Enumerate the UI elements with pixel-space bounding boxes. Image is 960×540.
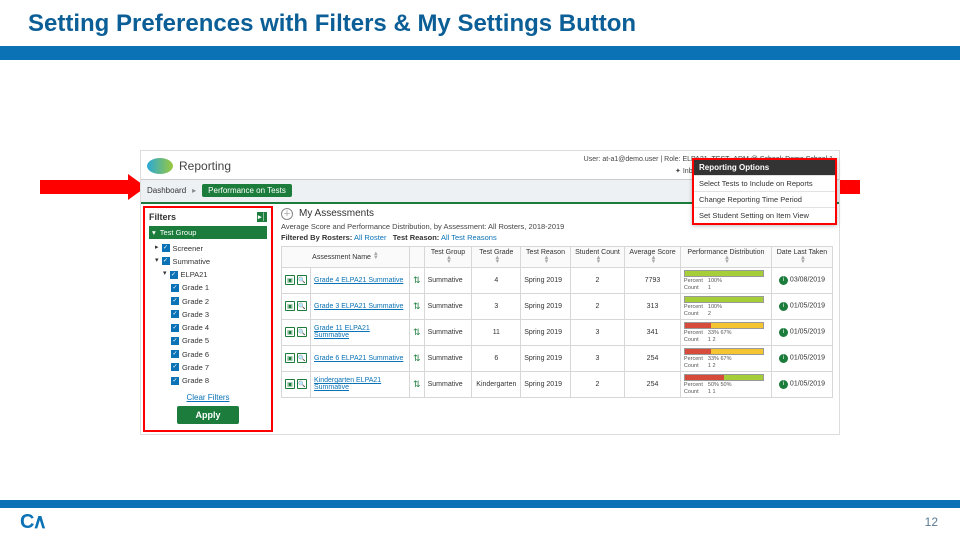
collapse-filters-icon[interactable]: ▸│ <box>257 212 267 222</box>
assessments-table: Assessment Name▲▼ Test Group▲▼Test Grade… <box>281 246 833 398</box>
assessment-link[interactable]: Grade 6 ELPA21 Summative <box>314 355 403 362</box>
expand-row-icon[interactable]: ▣ <box>285 353 295 363</box>
tree-item-grade[interactable]: Grade 2 <box>149 295 267 308</box>
page-number: 12 <box>925 515 938 529</box>
table-body: ▣🔍Grade 4 ELPA21 Summative⇅Summative4Spr… <box>282 267 833 397</box>
assessment-link[interactable]: Kindergarten ELPA21 Summative <box>314 377 381 391</box>
checkbox-icon[interactable] <box>162 257 170 265</box>
checkbox-icon[interactable] <box>171 377 179 385</box>
table-row: ▣🔍Grade 11 ELPA21 Summative⇅Summative11S… <box>282 319 833 345</box>
clear-filters-link[interactable]: Clear Filters <box>149 393 267 402</box>
table-row: ▣🔍Kindergarten ELPA21 Summative⇅Summativ… <box>282 371 833 397</box>
column-header[interactable]: Performance Distribution▲▼ <box>680 246 771 267</box>
breadcrumb-dashboard[interactable]: Dashboard <box>147 186 186 195</box>
reporting-app: Reporting User: at-a1@demo.user | Role: … <box>140 150 840 435</box>
info-icon[interactable]: i <box>779 354 788 363</box>
callout-arrow-left <box>40 180 130 194</box>
apply-button[interactable]: Apply <box>177 406 238 424</box>
tree-item-grade[interactable]: Grade 7 <box>149 361 267 374</box>
assessment-link[interactable]: Grade 11 ELPA21 Summative <box>314 325 370 339</box>
section-title: My Assessments <box>299 208 374 219</box>
checkbox-icon[interactable] <box>162 244 170 252</box>
info-icon[interactable]: i <box>779 302 788 311</box>
expand-row-icon[interactable]: ▣ <box>285 301 295 311</box>
tree-item-elpa21[interactable]: ▾ELPA21 <box>149 268 267 281</box>
assessment-link[interactable]: Grade 3 ELPA21 Summative <box>314 303 403 310</box>
column-header[interactable]: Test Group▲▼ <box>424 246 472 267</box>
column-header[interactable]: Test Reason▲▼ <box>521 246 571 267</box>
tree-item-grade[interactable]: Grade 5 <box>149 334 267 347</box>
filters-panel: Filters ▸│ Test Group ▸Screener ▾Summati… <box>143 206 273 433</box>
table-row: ▣🔍Grade 6 ELPA21 Summative⇅Summative6Spr… <box>282 345 833 371</box>
divider-top <box>0 46 960 60</box>
magnify-icon[interactable]: 🔍 <box>297 327 307 337</box>
breadcrumb-current: Performance on Tests <box>202 184 292 197</box>
sort-arrows-icon[interactable]: ⇅ <box>413 353 421 363</box>
magnify-icon[interactable]: 🔍 <box>297 301 307 311</box>
checkbox-icon[interactable] <box>171 350 179 358</box>
checkbox-icon[interactable] <box>171 297 179 305</box>
tree-item-grade[interactable]: Grade 8 <box>149 374 267 387</box>
dropdown-item[interactable]: Set Student Setting on Item View <box>694 207 835 223</box>
info-icon[interactable]: i <box>779 276 788 285</box>
magnify-icon[interactable]: 🔍 <box>297 353 307 363</box>
checkbox-icon[interactable] <box>171 337 179 345</box>
app-brand: Reporting <box>179 159 231 173</box>
tree-item-grade[interactable]: Grade 6 <box>149 348 267 361</box>
slide-title-bar: Setting Preferences with Filters & My Se… <box>0 0 960 46</box>
expand-row-icon[interactable]: ▣ <box>285 379 295 389</box>
filters-title: Filters <box>149 212 176 222</box>
tree-item-grade[interactable]: Grade 4 <box>149 321 267 334</box>
tree-item-grade[interactable]: Grade 3 <box>149 308 267 321</box>
filtered-by-line: Filtered By Rosters: All Roster Test Rea… <box>281 233 833 242</box>
assessment-link[interactable]: Grade 4 ELPA21 Summative <box>314 277 403 284</box>
column-header[interactable]: Assessment Name▲▼ <box>282 246 410 267</box>
tree-item-summative[interactable]: ▾Summative <box>149 255 267 268</box>
filter-tree: ▸Screener ▾Summative ▾ELPA21 Grade 1Grad… <box>149 242 267 388</box>
magnify-icon[interactable]: 🔍 <box>297 379 307 389</box>
expand-row-icon[interactable]: ▣ <box>285 327 295 337</box>
info-icon[interactable]: i <box>779 380 788 389</box>
dropdown-item[interactable]: Change Reporting Time Period <box>694 191 835 207</box>
expand-row-icon[interactable]: ▣ <box>285 275 295 285</box>
slide-body: Reporting User: at-a1@demo.user | Role: … <box>0 60 960 480</box>
dropdown-item[interactable]: Select Tests to Include on Reports <box>694 175 835 191</box>
table-row: ▣🔍Grade 3 ELPA21 Summative⇅Summative3Spr… <box>282 293 833 319</box>
info-icon[interactable]: i <box>779 328 788 337</box>
table-row: ▣🔍Grade 4 ELPA21 Summative⇅Summative4Spr… <box>282 267 833 293</box>
tree-item-grade[interactable]: Grade 1 <box>149 281 267 294</box>
column-header[interactable]: Date Last Taken▲▼ <box>771 246 832 267</box>
checkbox-icon[interactable] <box>171 363 179 371</box>
table-header-row: Assessment Name▲▼ Test Group▲▼Test Grade… <box>282 246 833 267</box>
main-panel: Reporting Options Select Tests to Includ… <box>275 204 839 435</box>
slide-title: Setting Preferences with Filters & My Se… <box>28 10 932 38</box>
sort-arrows-icon[interactable]: ⇅ <box>413 327 421 337</box>
dropdown-title: Reporting Options <box>694 160 835 175</box>
checkbox-icon[interactable] <box>171 324 179 332</box>
collapse-section-icon[interactable]: ＋ <box>281 208 293 220</box>
column-header[interactable]: Average Score▲▼ <box>625 246 681 267</box>
checkbox-icon[interactable] <box>171 284 179 292</box>
sort-arrows-icon[interactable]: ⇅ <box>413 301 421 311</box>
slide-footer: C∧ 12 <box>0 503 960 540</box>
tree-item-screener[interactable]: ▸Screener <box>149 242 267 255</box>
chevron-right-icon: ▸ <box>192 186 196 195</box>
sort-arrows-icon[interactable]: ⇅ <box>413 275 421 285</box>
checkbox-icon[interactable] <box>171 310 179 318</box>
my-settings-dropdown: Reporting Options Select Tests to Includ… <box>692 158 837 225</box>
filters-header: Filters ▸│ <box>149 212 267 222</box>
column-header[interactable]: Test Grade▲▼ <box>472 246 521 267</box>
ca-logo: C∧ <box>20 509 45 534</box>
magnify-icon[interactable]: 🔍 <box>297 275 307 285</box>
test-group-heading[interactable]: Test Group <box>149 226 267 239</box>
app-body: Filters ▸│ Test Group ▸Screener ▾Summati… <box>141 204 839 435</box>
sort-arrows-icon[interactable]: ⇅ <box>413 379 421 389</box>
checkbox-icon[interactable] <box>170 271 178 279</box>
app-logo: Reporting <box>147 158 231 174</box>
elpa21-logo-icon <box>147 158 173 174</box>
column-header[interactable]: Student Count▲▼ <box>570 246 624 267</box>
